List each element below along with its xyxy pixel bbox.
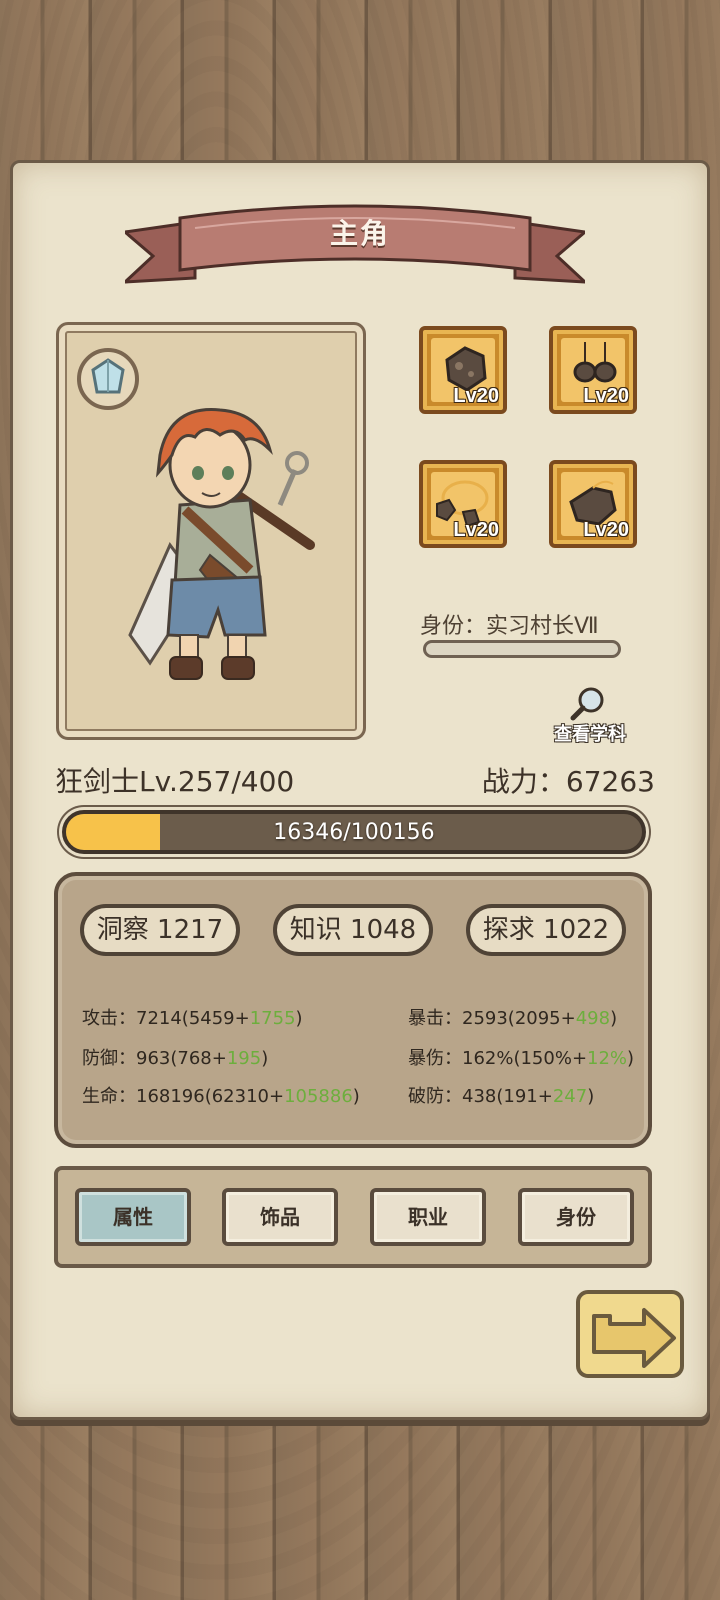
- stat-attack: 攻击：7214(5459+1755): [82, 1008, 303, 1029]
- view-subject-button[interactable]: 查看学科: [545, 686, 635, 746]
- hero-character-art: [128, 408, 315, 680]
- class-level-text: 狂剑士Lv.257/400: [55, 765, 295, 798]
- identity-label: 身份：实习村长Ⅶ: [420, 614, 599, 639]
- stat-crit-damage: 暴伤：162%(150%+12%): [408, 1048, 635, 1069]
- tab-profession[interactable]: 职业: [370, 1188, 486, 1246]
- equipment-level: Lv20: [453, 385, 499, 407]
- equipment-level: Lv20: [583, 519, 629, 541]
- equipment-slot-4[interactable]: Lv20: [549, 460, 637, 548]
- combat-power-text: 战力：67263: [481, 765, 655, 798]
- identity-progress-bar: [423, 640, 621, 658]
- equipment-slot-3[interactable]: Lv20: [419, 460, 507, 548]
- magnifier-icon: [570, 687, 604, 721]
- equipment-level: Lv20: [583, 385, 629, 407]
- experience-bar: 16346/100156: [62, 810, 646, 854]
- tab-accessories[interactable]: 饰品: [222, 1188, 338, 1246]
- stat-health: 生命：168196(62310+105886): [82, 1086, 360, 1107]
- view-subject-label: 查看学科: [554, 724, 626, 745]
- equipment-slot-1[interactable]: Lv20: [419, 326, 507, 414]
- attribute-insight: 洞察 1217: [80, 904, 240, 956]
- tab-identity[interactable]: 身份: [518, 1188, 634, 1246]
- tab-attributes[interactable]: 属性: [75, 1188, 191, 1246]
- equipment-level: Lv20: [453, 519, 499, 541]
- stat-defense: 防御：963(768+195): [82, 1048, 269, 1069]
- stat-crit: 暴击：2593(2095+498): [408, 1008, 618, 1029]
- page-title: 主角: [329, 217, 390, 250]
- equipment-slot-2[interactable]: Lv20: [549, 326, 637, 414]
- stat-armor-break: 破防：438(191+247): [408, 1086, 595, 1107]
- experience-text: 16346/100156: [273, 820, 435, 845]
- crystal-gem-icon[interactable]: [77, 348, 139, 410]
- attribute-knowledge: 知识 1048: [273, 904, 433, 956]
- attribute-exploration: 探求 1022: [466, 904, 626, 956]
- back-arrow-button[interactable]: [574, 1286, 686, 1386]
